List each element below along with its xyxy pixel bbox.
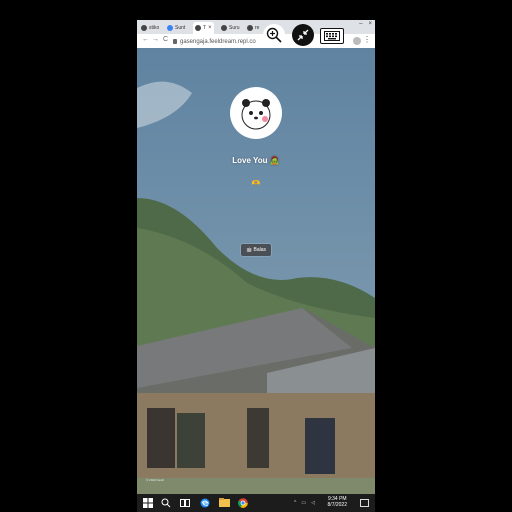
tab-label: re <box>255 25 260 31</box>
profile-name: Love You 🧟 <box>232 156 280 165</box>
forward-button[interactable]: → <box>152 36 159 43</box>
task-view-icon[interactable] <box>180 498 190 508</box>
replit-icon <box>195 25 201 31</box>
remote-control-button[interactable] <box>292 24 314 46</box>
tab-re[interactable]: re <box>247 22 259 34</box>
search-icon[interactable] <box>161 498 171 508</box>
lock-icon <box>173 39 177 44</box>
network-icon[interactable]: ▭ <box>301 500 306 506</box>
page-content: Love You 🧟 🫶 🤖 Balas © 2022 Kasih <box>137 48 375 494</box>
windows-start-icon[interactable] <box>143 498 153 508</box>
keyboard-button[interactable] <box>320 28 344 44</box>
edge-icon[interactable] <box>200 498 210 508</box>
emoji-line: 🫶 <box>251 180 261 187</box>
window-controls: – × <box>359 21 372 27</box>
page-credit: © 2022 Kasih <box>146 478 165 482</box>
panda-bear-icon <box>241 99 271 130</box>
profile-avatar[interactable] <box>353 37 361 45</box>
volume-icon[interactable]: ◁ <box>311 500 315 506</box>
tab-label: Sunt <box>175 25 186 31</box>
menu-icon[interactable]: ⋮ <box>363 35 371 44</box>
minimize-icon[interactable]: – <box>359 21 362 27</box>
notification-icon[interactable] <box>360 499 369 507</box>
close-icon[interactable]: × <box>208 25 212 31</box>
reload-button[interactable]: C <box>163 36 168 43</box>
tab-label: stiko <box>149 25 160 31</box>
tab-active[interactable]: T × <box>193 22 214 34</box>
chevron-up-icon[interactable]: ^ <box>294 500 296 506</box>
back-button[interactable]: ← <box>142 36 149 43</box>
keyboard-icon <box>324 31 340 41</box>
clock-date: 8/7/2022 <box>327 502 347 508</box>
link-button[interactable]: 🤖 Balas <box>241 244 271 256</box>
tab-sunt[interactable]: Sunt <box>167 22 185 34</box>
zoom-in-button[interactable] <box>263 24 285 46</box>
taskbar-clock[interactable]: 9:34 PM 8/7/2022 <box>328 496 347 508</box>
zoom-in-icon <box>266 27 282 43</box>
windows-taskbar: ^ ▭ ◁ 9:34 PM 8/7/2022 <box>137 494 375 512</box>
chrome-icon <box>167 25 173 31</box>
tab-label: Suru <box>229 25 240 31</box>
avatar <box>230 87 282 139</box>
collapse-arrows-icon <box>297 29 309 41</box>
replit-icon <box>221 25 227 31</box>
address-text: gasengaja.feeldream.repl.co <box>180 38 256 45</box>
github-icon <box>141 25 147 31</box>
system-tray: ^ ▭ ◁ <box>294 500 315 506</box>
close-window-icon[interactable]: × <box>368 21 372 27</box>
tab-suru[interactable]: Suru <box>221 22 240 34</box>
chrome-taskbar-icon[interactable] <box>238 498 248 508</box>
tab-label: T <box>203 25 207 31</box>
replit-icon <box>247 25 253 31</box>
tab-github[interactable]: stiko <box>141 22 159 34</box>
browser-window: stiko Sunt T × Suru re – × ← → C gasenga… <box>137 20 375 494</box>
file-explorer-icon[interactable] <box>219 498 230 507</box>
